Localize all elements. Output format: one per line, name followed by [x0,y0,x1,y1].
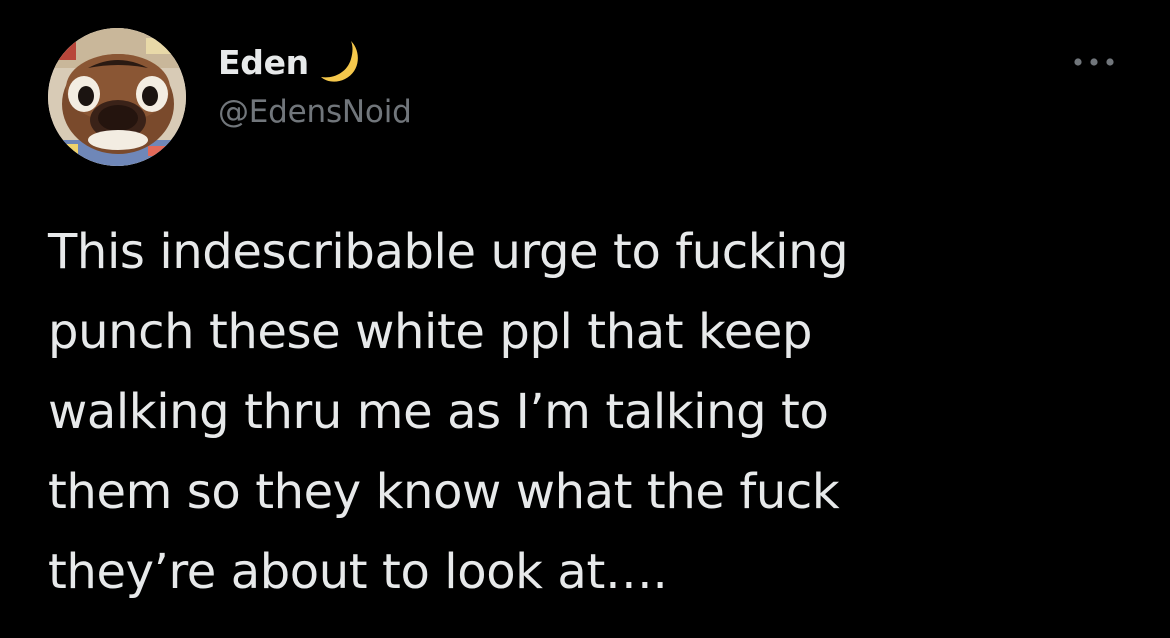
tweet-text-line: This indescribable urge to fucking [48,224,849,280]
tweet-text-line: punch these white ppl that keep [48,304,813,360]
more-options-button[interactable] [1066,42,1122,82]
avatar-image [48,28,186,166]
tweet-text-line: they’re about to look at…. [48,544,668,600]
tweet-text: This indescribable urge to fucking punch… [48,212,1138,612]
tweet-text-line: walking thru me as I’m talking to [48,384,829,440]
avatar[interactable] [48,28,186,166]
tweet-header: Eden @EdensNoid [48,28,1122,168]
more-horizontal-icon [1074,58,1114,66]
display-name[interactable]: Eden [218,43,309,82]
author-names: Eden @EdensNoid [218,38,412,130]
author-handle[interactable]: @EdensNoid [218,94,412,130]
tweet-card: Eden @EdensNoid This indescribable urge … [0,0,1170,638]
tweet-text-line: them so they know what the fuck [48,464,840,520]
display-name-row[interactable]: Eden [218,38,412,86]
crescent-moon-icon [320,39,363,85]
